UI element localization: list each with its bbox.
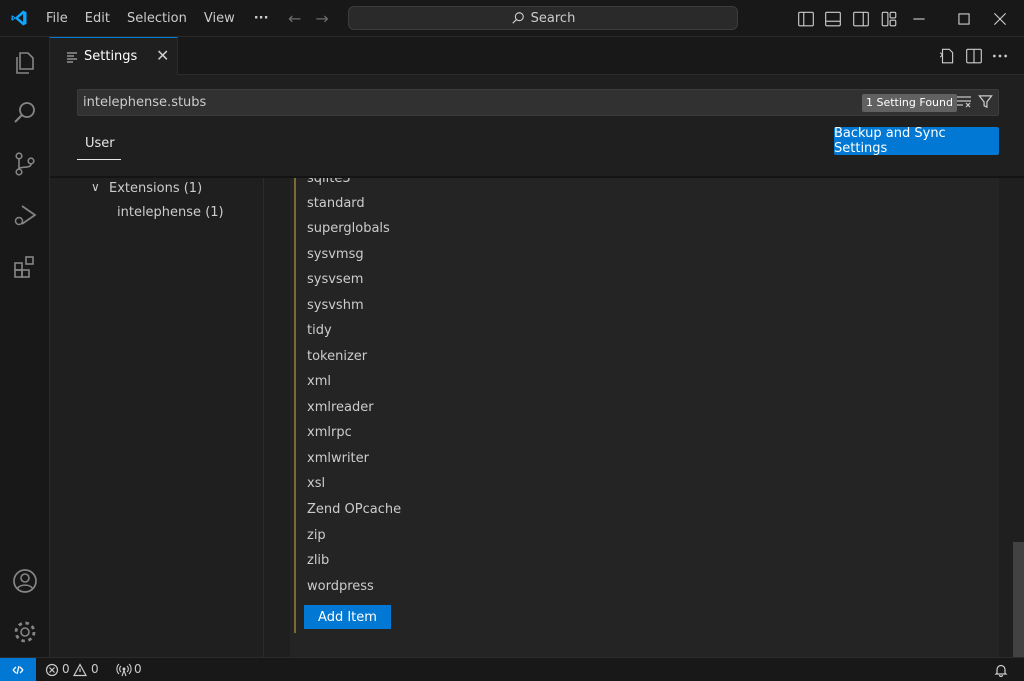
menu-bar: File Edit Selection View ··· [46, 0, 269, 37]
title-bar: File Edit Selection View ··· ← → Search [0, 0, 1024, 37]
split-editor-icon[interactable] [965, 47, 983, 65]
list-item[interactable]: tidy [307, 323, 332, 338]
remote-icon [12, 665, 24, 675]
list-item[interactable]: Zend OPcache [307, 502, 401, 517]
toggle-primary-sidebar-icon[interactable] [797, 10, 815, 28]
list-item[interactable]: xmlrpc [307, 425, 352, 440]
scope-tab-user[interactable]: User [85, 136, 115, 151]
menu-selection[interactable]: Selection [127, 7, 187, 30]
list-item[interactable]: zip [307, 528, 326, 543]
list-item[interactable]: sysvmsg [307, 247, 364, 262]
list-item[interactable]: sysvshm [307, 298, 364, 313]
open-settings-json-icon[interactable] [938, 47, 956, 65]
toc-divider [263, 178, 264, 657]
activity-bar [0, 37, 50, 657]
customize-layout-icon[interactable] [880, 10, 898, 28]
setting-found-badge: 1 Setting Found [862, 94, 957, 112]
filter-icon[interactable] [978, 94, 993, 109]
close-window-icon[interactable] [991, 10, 1009, 28]
menu-edit[interactable]: Edit [85, 7, 110, 30]
settings-search-value: intelephense.stubs [83, 95, 207, 110]
add-item-button[interactable]: Add Item [304, 605, 391, 629]
list-item[interactable]: xmlreader [307, 400, 374, 415]
settings-tab-icon [67, 52, 77, 63]
status-bar: 0 0 0 [0, 657, 1024, 681]
list-item[interactable]: standard [307, 196, 365, 211]
search-icon [511, 12, 524, 24]
menu-view[interactable]: View [204, 7, 235, 30]
settings-search-input[interactable]: intelephense.stubs [77, 89, 999, 116]
list-item[interactable]: xml [307, 374, 331, 389]
scrollbar-thumb[interactable] [1013, 542, 1024, 657]
menu-file[interactable]: File [46, 7, 68, 30]
error-count[interactable]: 0 [62, 662, 70, 676]
list-item[interactable]: xsl [307, 476, 325, 491]
extensions-icon[interactable] [11, 253, 39, 281]
nav-arrows: ← → [288, 9, 329, 28]
settings-content: sqlite3 standard superglobals sysvmsg sy… [290, 178, 999, 657]
explorer-icon[interactable] [11, 49, 39, 77]
command-center-search[interactable]: Search [348, 6, 738, 30]
backup-sync-button[interactable]: Backup and Sync Settings [834, 126, 999, 156]
clear-filter-icon[interactable] [956, 95, 972, 109]
list-item[interactable]: xmlwriter [307, 451, 369, 466]
source-control-icon[interactable] [11, 150, 39, 178]
warning-count[interactable]: 0 [91, 662, 99, 676]
warning-icon[interactable] [73, 663, 87, 677]
tab-close-icon[interactable]: ✕ [156, 46, 169, 65]
remote-indicator[interactable] [0, 658, 36, 681]
run-debug-icon[interactable] [11, 201, 39, 229]
more-actions-icon[interactable] [991, 47, 1009, 65]
modified-indicator [294, 178, 296, 633]
toc-intelephense[interactable]: intelephense (1) [117, 205, 224, 220]
list-item[interactable]: superglobals [307, 221, 390, 236]
back-arrow-icon[interactable]: ← [288, 9, 301, 28]
minimize-icon[interactable] [910, 10, 928, 28]
toggle-secondary-sidebar-icon[interactable] [852, 10, 870, 28]
vscode-logo-icon [11, 10, 27, 26]
search-sidebar-icon[interactable] [11, 99, 39, 127]
notifications-bell-icon[interactable] [994, 663, 1008, 677]
toc-chevron-down-icon[interactable]: ∨ [91, 180, 100, 194]
editor-tab-bar: Settings ✕ [50, 37, 1024, 75]
menu-more[interactable]: ··· [254, 7, 269, 30]
error-icon[interactable] [45, 663, 59, 677]
ports-broadcast-icon[interactable] [116, 663, 132, 677]
ports-count[interactable]: 0 [134, 662, 142, 676]
list-item[interactable]: sysvsem [307, 272, 363, 287]
list-item[interactable]: sqlite3 [307, 178, 351, 186]
list-item[interactable]: zlib [307, 553, 329, 568]
tab-settings[interactable]: Settings ✕ [50, 37, 178, 75]
maximize-icon[interactable] [955, 10, 973, 28]
scope-tab-underline [77, 159, 121, 160]
tab-label: Settings [84, 49, 138, 64]
search-label: Search [530, 10, 576, 26]
toggle-panel-icon[interactable] [824, 10, 842, 28]
list-item[interactable]: wordpress [307, 579, 374, 594]
list-item[interactable]: tokenizer [307, 349, 367, 364]
manage-gear-icon[interactable] [11, 618, 39, 646]
forward-arrow-icon[interactable]: → [315, 9, 328, 28]
toc-extensions[interactable]: Extensions (1) [109, 181, 202, 196]
account-icon[interactable] [11, 567, 39, 595]
